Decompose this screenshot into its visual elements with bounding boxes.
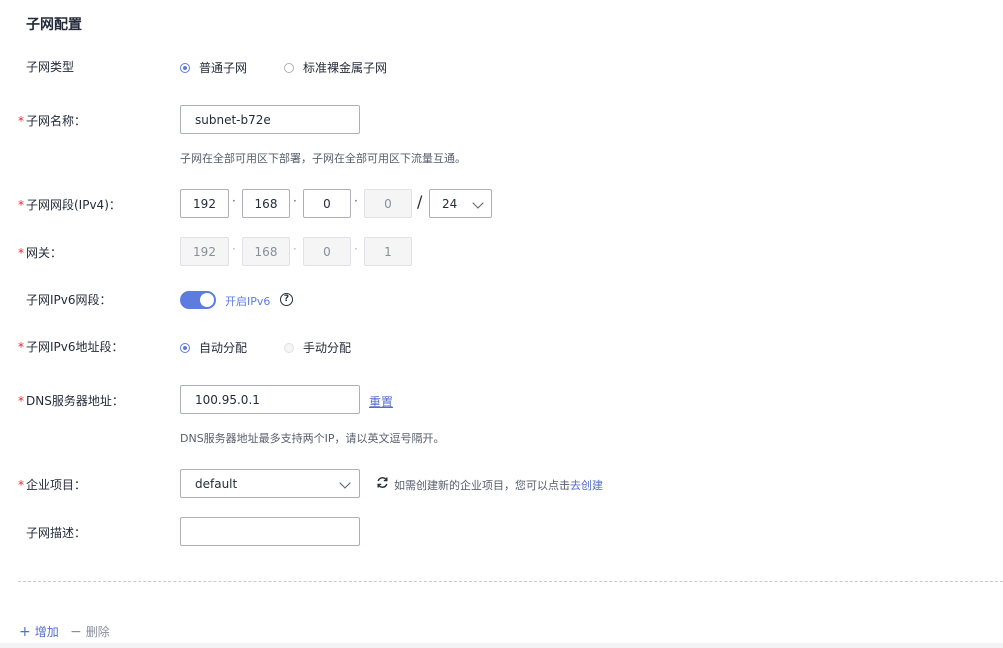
radio-bms-subnet[interactable]: 标准裸金属子网 <box>284 59 387 76</box>
cidr-octet-4-input: 0 <box>364 189 412 218</box>
radio-checked-icon <box>180 62 190 73</box>
section-title: 子网配置 <box>26 17 82 33</box>
dns-reset-link[interactable]: 重置 <box>369 393 393 410</box>
cidr-octet-2-input[interactable]: 168 <box>242 189 290 218</box>
dns-hint: DNS服务器地址最多支持两个IP，请以英文逗号隔开。 <box>180 432 445 445</box>
cidr-octet-3-input[interactable]: 0 <box>303 189 351 218</box>
dot-separator: · <box>354 242 358 256</box>
subnet-type-label: 子网类型 <box>26 60 75 74</box>
cidr-mask-select[interactable]: 24 <box>429 189 492 218</box>
ipv6-addr-label: * 子网IPv6地址段： <box>18 340 124 354</box>
radio-checked-icon <box>180 342 190 353</box>
add-button[interactable]: + 增加 <box>19 623 59 640</box>
subnet-name-input[interactable]: subnet-b72e <box>180 105 360 134</box>
subnet-desc-label: 子网描述： <box>26 526 87 540</box>
enterprise-project-hint: 如需创建新的企业项目，您可以点击去创建 <box>394 479 603 492</box>
dot-separator: · <box>232 194 236 208</box>
gateway-octet-4: 1 <box>364 237 412 266</box>
help-icon[interactable]: ? <box>280 293 293 306</box>
subnet-desc-input[interactable] <box>180 517 360 546</box>
bottom-edge <box>0 643 1003 648</box>
dot-separator: · <box>293 242 297 256</box>
subnet-name-hint: 子网在全部可用区下部署，子网在全部可用区下流量互通。 <box>180 152 466 165</box>
gateway-octet-1: 192 <box>180 237 229 266</box>
minus-icon: − <box>70 623 82 640</box>
ipv6-cidr-label: 子网IPv6网段： <box>26 293 112 307</box>
plus-icon: + <box>19 623 31 640</box>
delete-button[interactable]: − 删除 <box>70 623 110 640</box>
enterprise-project-label: * 企业项目： <box>18 478 87 492</box>
gateway-octet-2: 168 <box>242 237 290 266</box>
enterprise-project-select[interactable]: default <box>180 469 360 498</box>
dns-input[interactable]: 100.95.0.1 <box>180 385 360 414</box>
gateway-label: * 网关： <box>18 246 63 260</box>
dot-separator: · <box>354 194 358 208</box>
toggle-knob <box>200 293 214 307</box>
radio-manual-assign[interactable]: 手动分配 <box>284 339 351 356</box>
radio-unchecked-icon <box>284 62 294 73</box>
cidr-octet-1-input[interactable]: 192 <box>180 189 229 218</box>
radio-auto-assign[interactable]: 自动分配 <box>180 339 247 356</box>
create-enterprise-link[interactable]: 去创建 <box>570 479 603 492</box>
ipv6-toggle-label: 开启IPv6 <box>225 295 271 308</box>
subnet-name-label: * 子网名称： <box>18 114 87 128</box>
cidr-slash: / <box>417 192 423 211</box>
radio-disabled-icon <box>284 342 294 353</box>
chevron-down-icon <box>472 197 484 209</box>
chevron-down-icon <box>339 477 351 489</box>
gateway-octet-3: 0 <box>303 237 351 266</box>
refresh-icon[interactable] <box>376 476 389 489</box>
dot-separator: · <box>293 194 297 208</box>
radio-normal-subnet[interactable]: 普通子网 <box>180 59 247 76</box>
dns-label: * DNS服务器地址： <box>18 394 124 408</box>
dot-separator: · <box>232 242 236 256</box>
ipv6-toggle[interactable] <box>180 291 216 309</box>
dashed-divider <box>18 581 1003 582</box>
subnet-cidr-label: * 子网网段(IPv4)： <box>18 198 121 212</box>
